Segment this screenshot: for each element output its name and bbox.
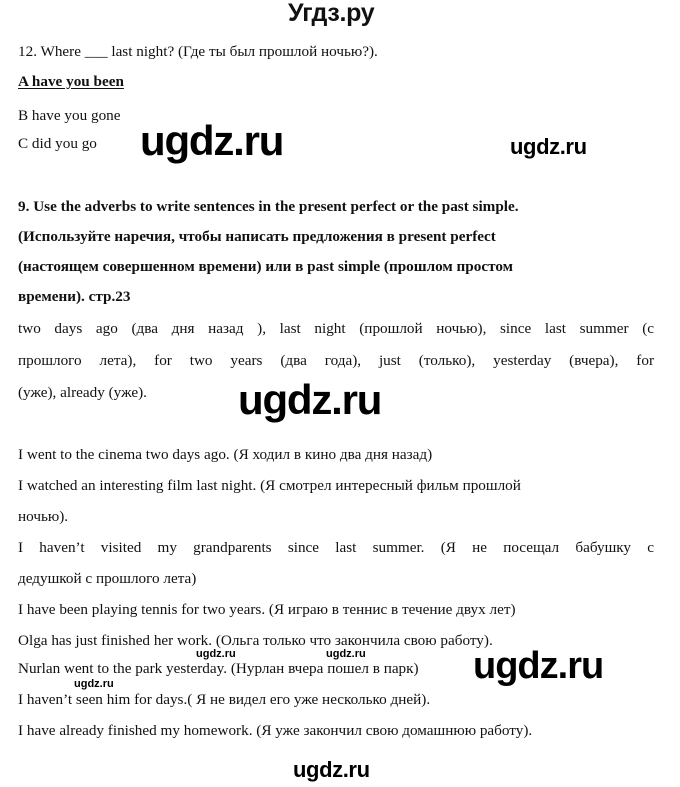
answer-3-line-1: I haven’t visited my grandparents since … <box>18 539 654 556</box>
watermark: ugdz.ru <box>238 376 382 423</box>
task-heading-line-1: 9. Use the adverbs to write sentences in… <box>18 198 519 215</box>
adverbs-line-2: прошлого лета), for two years (два года)… <box>18 352 654 369</box>
task-heading-line-3: (настоящем совершенном времени) или в pa… <box>18 258 514 275</box>
answer-4-line-1: I have been playing tennis for two years… <box>18 601 516 618</box>
watermark: ugdz.ru <box>473 645 604 687</box>
document-page: Угдз.ру 12. Where ___ last night? (Где т… <box>0 0 680 787</box>
task-heading-line-4: времени). стр.23 <box>18 288 131 305</box>
answer-2-line-2: ночью). <box>18 508 69 525</box>
watermark: ugdz.ru <box>74 678 114 690</box>
adverbs-line-1: two days ago (два дня назад ), last nigh… <box>18 320 654 337</box>
quiz-option-a[interactable]: A have you been <box>18 74 124 89</box>
answer-3-line-2: дедушкой с прошлого лета) <box>18 570 197 587</box>
watermark: ugdz.ru <box>196 648 236 660</box>
quiz-option-b[interactable]: B have you gone <box>18 108 121 123</box>
quiz-option-c[interactable]: C did you go <box>18 136 97 151</box>
watermark: ugdz.ru <box>326 648 366 660</box>
adverbs-line-3: (уже), already (уже). <box>18 384 147 401</box>
watermark: ugdz.ru <box>293 757 370 782</box>
answer-5-line-1: Olga has just finished her work. (Ольга … <box>18 632 493 649</box>
answer-2-line-1: I watched an interesting film last night… <box>18 477 521 494</box>
watermark: ugdz.ru <box>140 117 284 164</box>
answer-8-line-1: I have already finished my homework. (Я … <box>18 722 533 739</box>
quiz-question: 12. Where ___ last night? (Где ты был пр… <box>18 43 378 60</box>
task-heading-line-2: (Используйте наречия, чтобы написать пре… <box>18 228 496 245</box>
answer-1-line-1: I went to the cinema two days ago. (Я хо… <box>18 446 433 463</box>
answer-6-line-1: Nurlan went to the park yesterday. (Нурл… <box>18 660 419 677</box>
watermark: ugdz.ru <box>510 134 587 159</box>
answer-7-line-1: I haven’t seen him for days.( Я не видел… <box>18 691 431 708</box>
